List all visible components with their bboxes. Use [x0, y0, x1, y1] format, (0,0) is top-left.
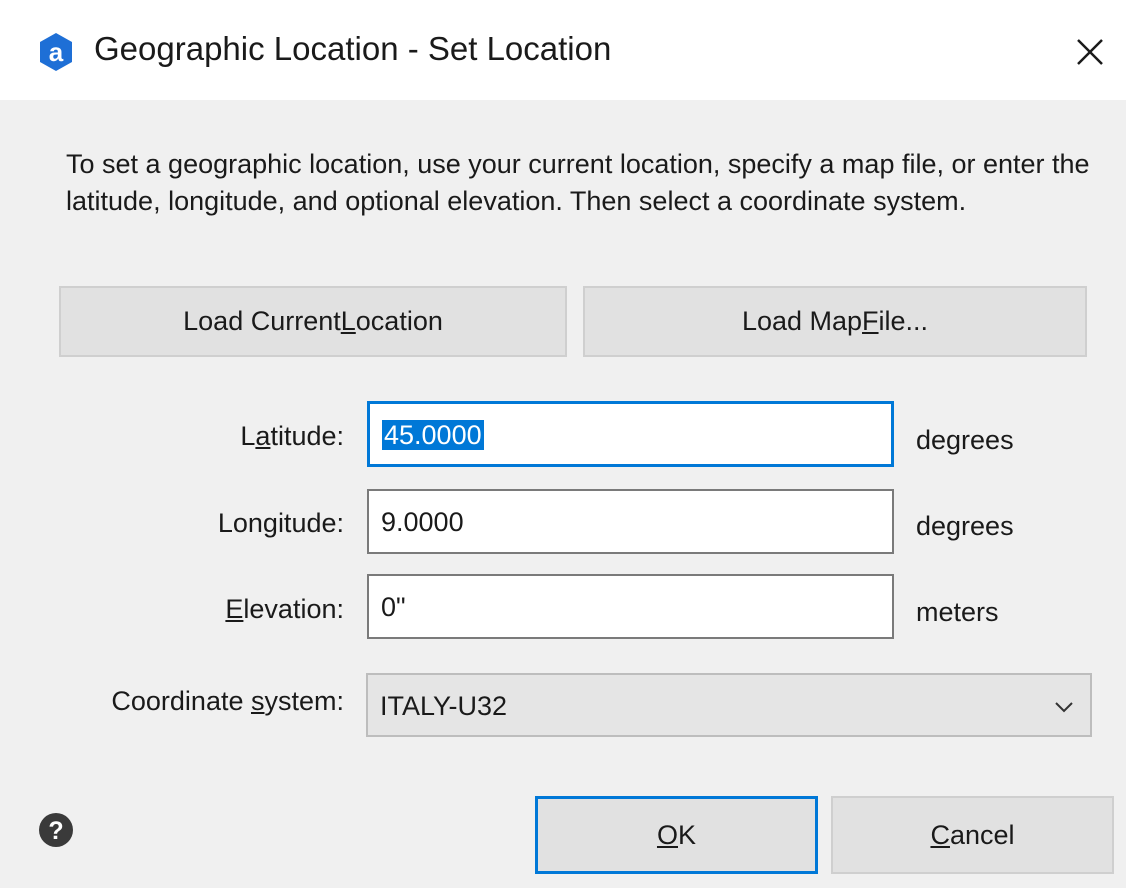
latitude-label-pre: L — [240, 421, 256, 451]
load-map-label-key: F — [862, 306, 879, 336]
load-current-label-pre: Load Current — [183, 306, 341, 336]
longitude-label-key: g — [262, 508, 278, 538]
elevation-value: 0" — [381, 592, 406, 622]
close-button[interactable] — [1060, 22, 1120, 82]
elevation-input[interactable]: 0" — [367, 574, 894, 639]
longitude-label-post: itude: — [277, 508, 344, 538]
elevation-label-key: E — [225, 594, 244, 624]
instructions-text: To set a geographic location, use your c… — [66, 149, 1090, 216]
elevation-unit: meters — [916, 597, 999, 627]
load-current-label-post: ocation — [355, 306, 443, 336]
ok-label-post: K — [678, 819, 697, 850]
latitude-label: Latitude: — [240, 421, 344, 452]
longitude-label-pre: Lon — [217, 508, 263, 538]
svg-text:a: a — [49, 37, 64, 67]
ok-button[interactable]: OK — [535, 796, 818, 874]
coordinate-system-select[interactable]: ITALY-U32 — [366, 673, 1092, 737]
latitude-label-key: a — [255, 421, 271, 451]
load-map-file-button[interactable]: Load Map File... — [583, 286, 1087, 357]
elevation-label: Elevation: — [225, 594, 344, 625]
ok-label-key: O — [656, 819, 678, 850]
chevron-down-icon — [1055, 702, 1073, 713]
help-icon[interactable]: ? — [38, 812, 74, 848]
latitude-value: 45.0000 — [382, 420, 484, 450]
load-current-location-button[interactable]: Load Current Location — [59, 286, 567, 357]
close-icon — [1077, 39, 1103, 65]
load-map-label-post: ile... — [878, 306, 929, 336]
latitude-input[interactable]: 45.0000 — [367, 401, 894, 467]
longitude-label: Longitude: — [218, 508, 344, 539]
load-map-label-pre: Load Map — [741, 306, 863, 336]
coordinate-system-label: Coordinate system: — [111, 686, 344, 717]
cancel-label-key: C — [930, 819, 950, 850]
longitude-value: 9.0000 — [381, 507, 464, 537]
load-current-label-key: L — [340, 306, 356, 336]
longitude-input[interactable]: 9.0000 — [367, 489, 894, 554]
longitude-unit: degrees — [916, 511, 1014, 541]
cancel-button[interactable]: Cancel — [831, 796, 1114, 874]
svg-text:?: ? — [48, 817, 63, 845]
dialog-title: Geographic Location - Set Location — [94, 30, 612, 67]
cancel-label-post: ancel — [949, 819, 1015, 850]
elevation-label-post: levation: — [243, 594, 344, 624]
coordinate-system-label-post: ystem: — [264, 686, 344, 716]
autocad-a-icon: a — [40, 33, 72, 71]
coordinate-system-value: ITALY-U32 — [380, 691, 508, 721]
title-bar: a Geographic Location - Set Location — [0, 0, 1126, 100]
latitude-unit: degrees — [916, 425, 1014, 455]
coordinate-system-label-pre: Coordinate — [111, 686, 251, 716]
geographic-location-dialog: a Geographic Location - Set Location To … — [0, 0, 1126, 888]
coordinate-system-label-key: s — [250, 686, 265, 716]
latitude-label-post: titude: — [270, 421, 344, 451]
